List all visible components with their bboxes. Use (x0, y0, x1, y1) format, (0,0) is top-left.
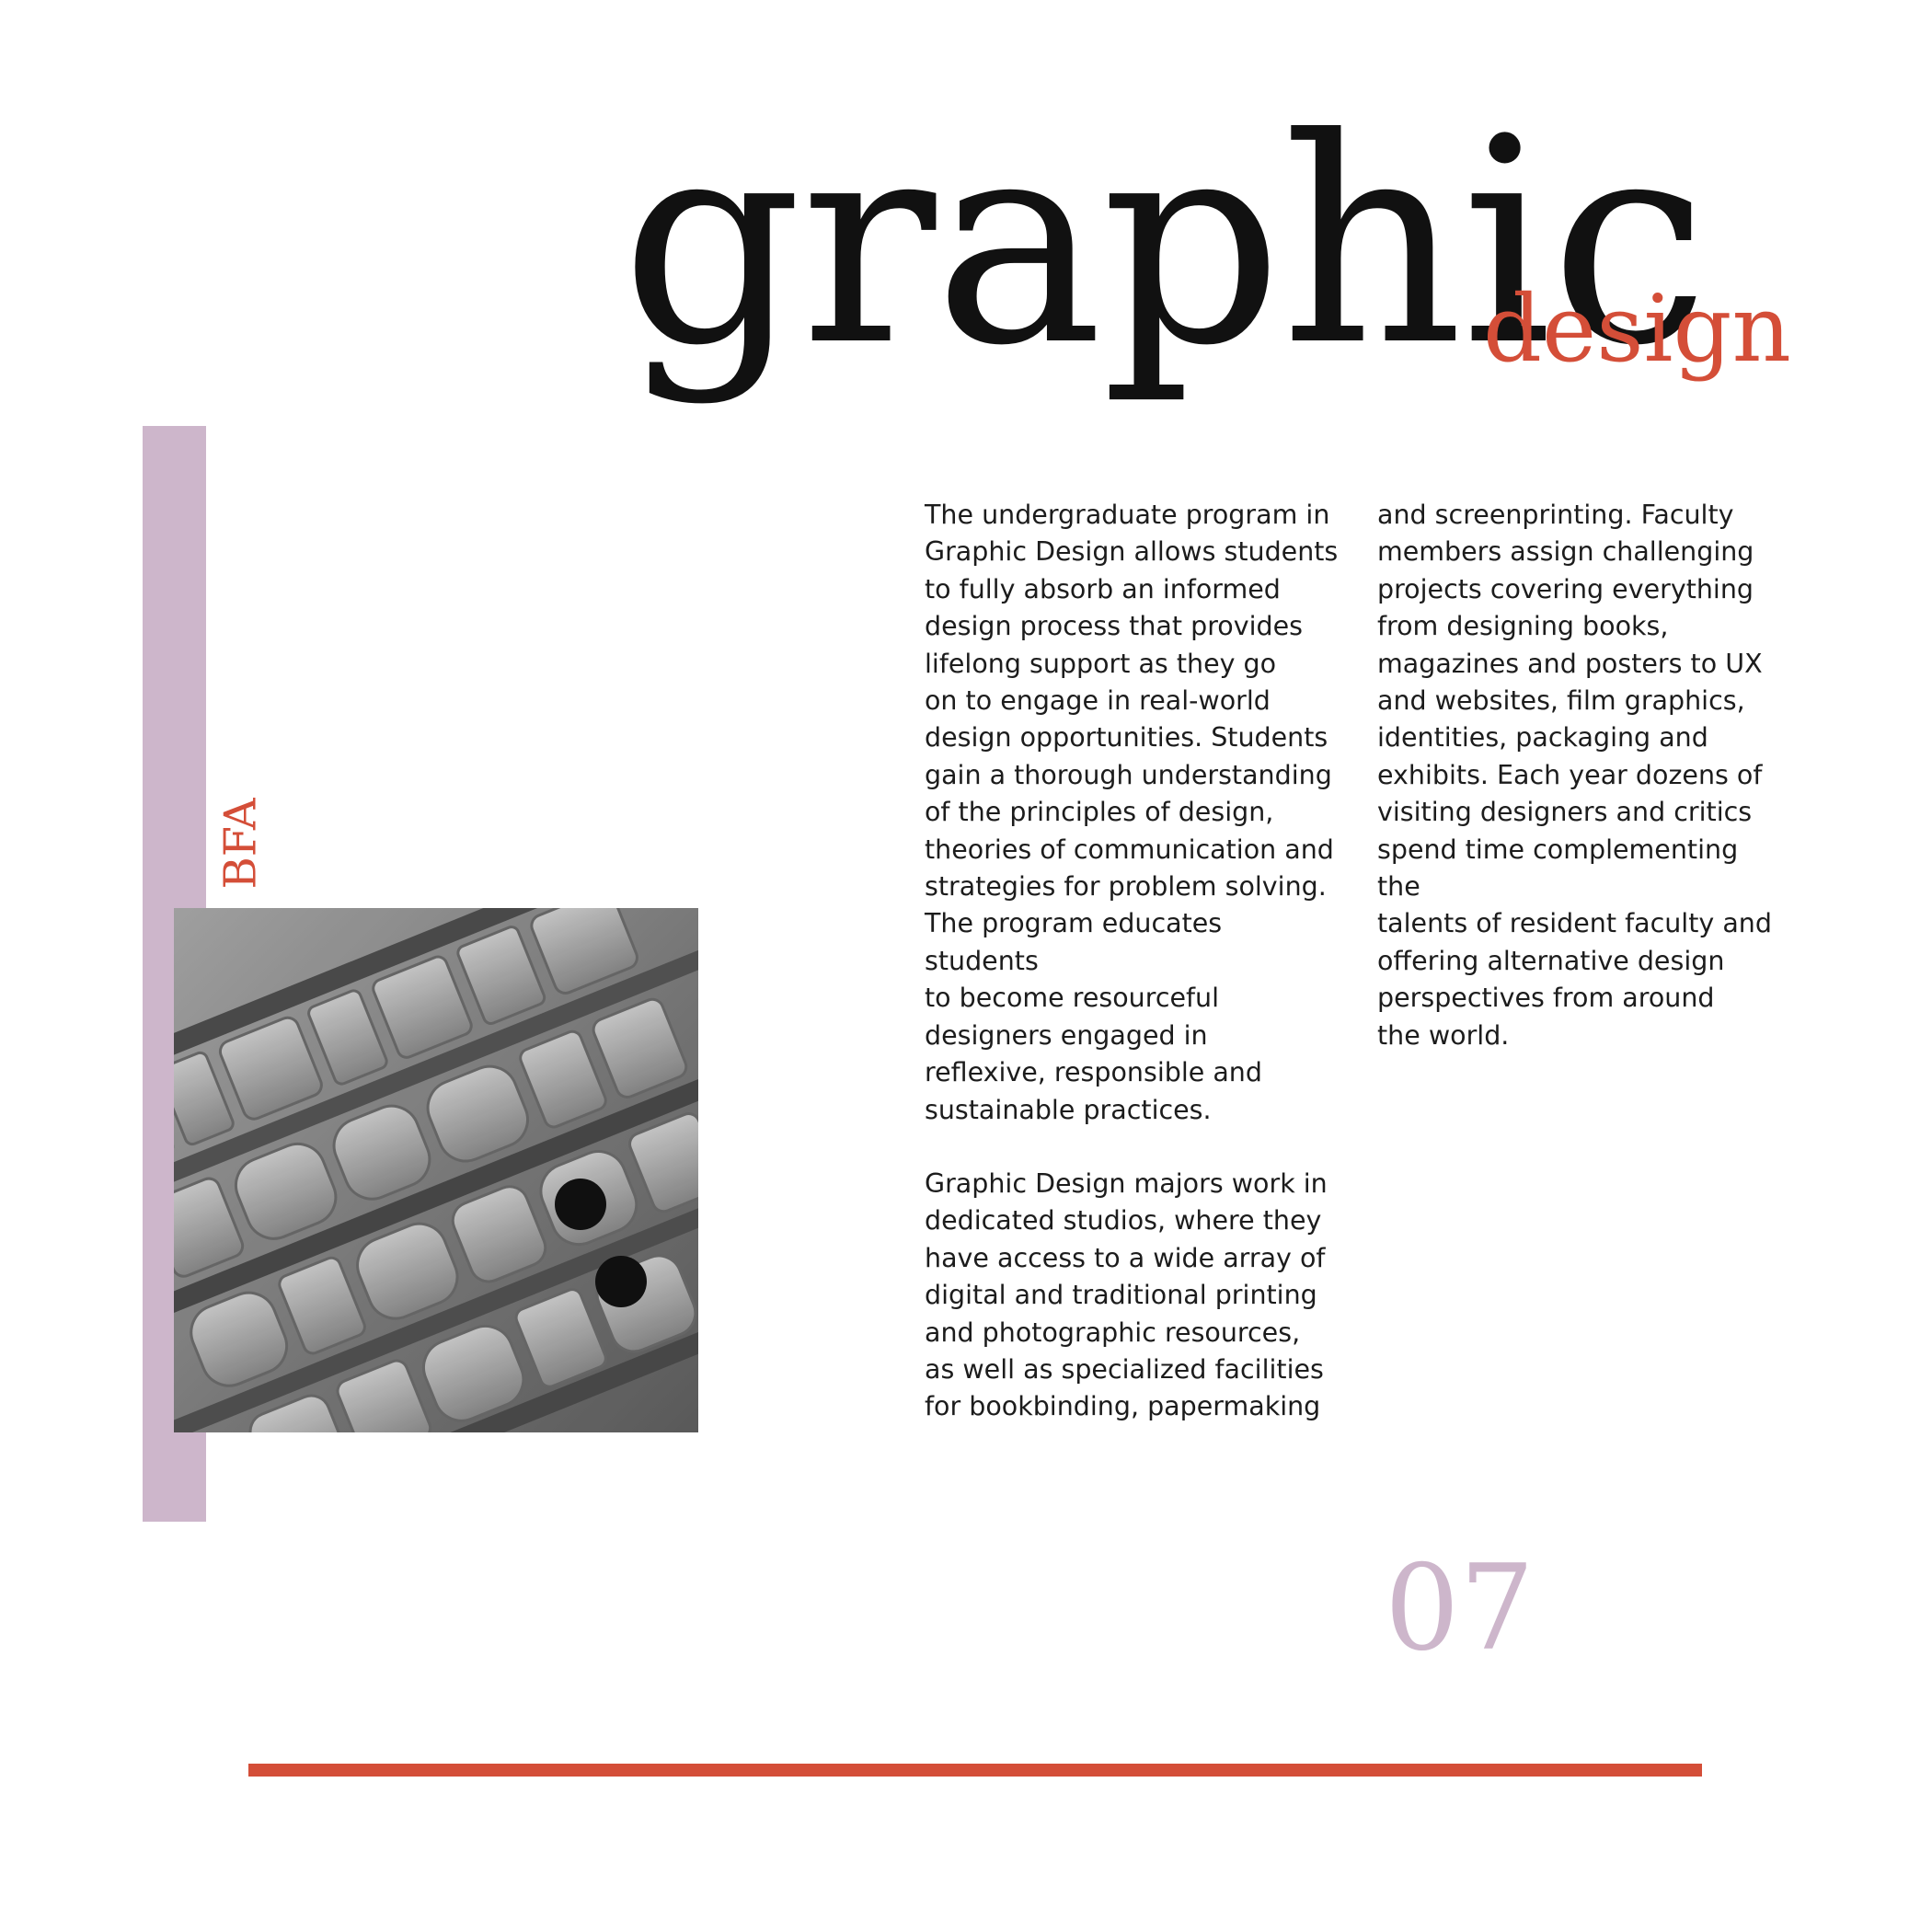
letterpress-photo-icon (174, 908, 698, 1432)
body-paragraph-3: and screenprinting. Faculty members assi… (1377, 500, 1772, 1051)
letterpress-photo (174, 908, 698, 1432)
body-paragraph-2: Graphic Design majors work in dedicated … (925, 1168, 1328, 1422)
page: graphic design BFA The undergraduate pro… (0, 0, 1932, 1932)
degree-label-text: BFA (215, 798, 268, 890)
page-subtitle: design (1483, 275, 1791, 383)
body-paragraph-1: The undergraduate program in Graphic Des… (925, 500, 1339, 1125)
footer-rule (248, 1764, 1702, 1777)
degree-label: BFA (213, 793, 269, 894)
page-number: 07 (1385, 1540, 1535, 1677)
